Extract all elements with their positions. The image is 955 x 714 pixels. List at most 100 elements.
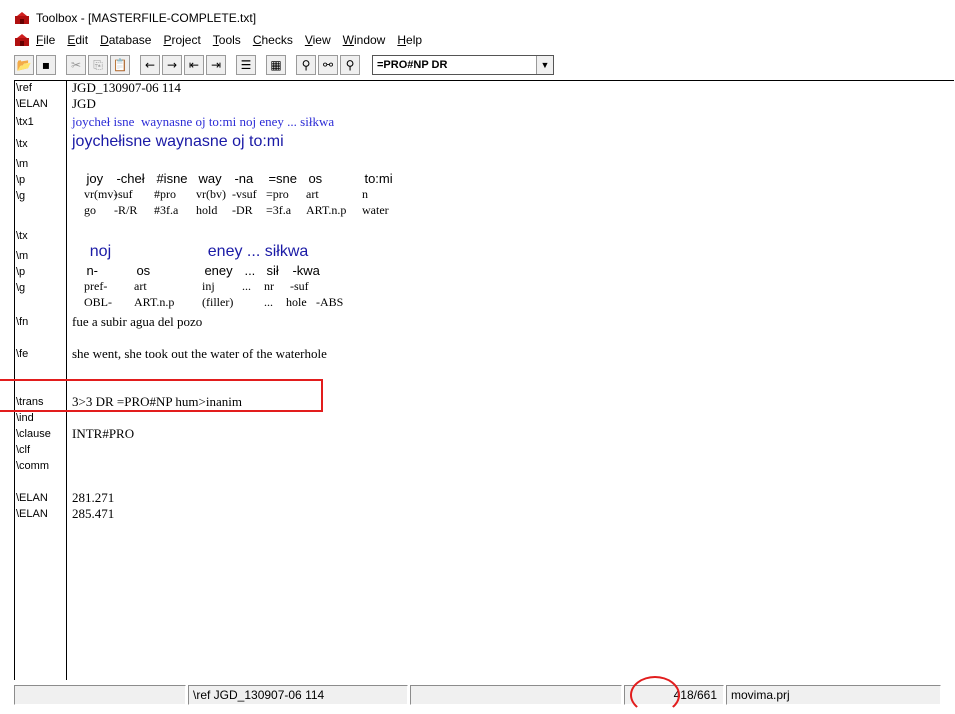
field-clause[interactable]: \clause INTR#PRO: [14, 426, 134, 442]
field-clf[interactable]: \clf: [14, 442, 30, 458]
marker-label: \tx: [16, 138, 28, 150]
filter-dropdown-value: =PRO#NP DR: [377, 59, 448, 71]
menu-project[interactable]: Project: [163, 33, 200, 47]
gloss-cell: #3f.a: [154, 203, 179, 217]
chevron-down-icon[interactable]: ▼: [536, 56, 553, 74]
field-value[interactable]: INTR#PRO: [72, 426, 134, 442]
field-m[interactable]: \m n-os eney... sił -kwa: [14, 248, 320, 278]
cut-icon[interactable]: ✂: [66, 55, 86, 75]
field-fn[interactable]: \fn fue a subir agua del pozo: [14, 314, 202, 330]
field-comm[interactable]: \comm: [14, 458, 49, 474]
field-tx1[interactable]: \tx1 joycheł isne waynasne oj to:mi noj …: [14, 114, 334, 130]
field-ind[interactable]: \ind: [14, 410, 34, 426]
field-g[interactable]: \g go -R/R #3f.a hold -DR =3f.a ART.n.p water: [14, 188, 389, 217]
gloss-cell: -DR: [232, 203, 253, 217]
gloss-cell: =3f.a: [266, 203, 292, 217]
open-icon[interactable]: 📂: [14, 55, 34, 75]
marker-label: \comm: [16, 460, 49, 472]
field-elan[interactable]: \ELAN 281.271: [14, 490, 114, 506]
field-value[interactable]: 281.271: [72, 490, 114, 506]
marker-label: \clause: [16, 428, 51, 440]
trans-highlight-box: [0, 379, 323, 412]
gloss-cell: to:mi: [364, 171, 393, 186]
field-value[interactable]: fue a subir agua del pozo: [72, 314, 202, 330]
left-arrow-icon[interactable]: ←: [140, 55, 160, 75]
menu-window[interactable]: Window: [343, 33, 386, 47]
first-record-icon[interactable]: ⇤: [184, 55, 204, 75]
toolbox-app-icon: [15, 12, 29, 24]
marker-label: \clf: [16, 444, 31, 456]
marker-label: \fe: [16, 348, 29, 360]
gloss-cell: OBL-: [84, 295, 112, 309]
gloss-cell: (filler): [202, 295, 234, 309]
marker-label: \ind: [16, 412, 34, 424]
gloss-cell: -ABS: [316, 295, 344, 309]
browse-icon[interactable]: ▦: [266, 55, 286, 75]
marker-label: \m: [16, 158, 29, 170]
field-ref[interactable]: \ref JGD_130907-06 114: [14, 80, 181, 96]
field-value[interactable]: JGD_130907-06 114: [72, 80, 181, 96]
menu-bar: File Edit Database Project Tools Checks …: [14, 30, 955, 50]
title-bar: Toolbox - [MASTERFILE-COMPLETE.txt]: [14, 8, 955, 28]
field-value[interactable]: JGD: [72, 96, 96, 112]
menu-database[interactable]: Database: [100, 33, 151, 47]
window-title: Toolbox - [MASTERFILE-COMPLETE.txt]: [36, 11, 257, 25]
menu-tools[interactable]: Tools: [213, 33, 241, 47]
marker-label: \ELAN: [16, 492, 48, 504]
field-value[interactable]: joycheł isne waynasne oj to:mi noj eney …: [72, 114, 334, 130]
marker-label: \tx: [16, 230, 28, 242]
menu-view[interactable]: View: [305, 33, 331, 47]
marker-label: \g: [16, 190, 26, 202]
field-m[interactable]: \m joy -cheł #isne way -na =sne os to:mi: [14, 156, 393, 186]
field-p[interactable]: \p vr(mv)-suf #pro vr(bv) -vsuf =pro art n: [14, 172, 368, 201]
field-fe[interactable]: \fe she went, she took out the water of …: [14, 346, 327, 362]
marker-label: \ELAN: [16, 98, 48, 110]
find-icon[interactable]: ⚯: [318, 55, 338, 75]
gloss-cell: ART.n.p: [134, 295, 175, 309]
right-arrow-icon[interactable]: →: [162, 55, 182, 75]
filter-icon[interactable]: ☰: [236, 55, 256, 75]
field-p[interactable]: \p pref-art inj... nr -suf: [14, 264, 309, 293]
field-value[interactable]: joychełisne waynasne oj to:mi: [72, 133, 284, 151]
marker-label: \fn: [16, 316, 29, 328]
menu-edit[interactable]: Edit: [67, 33, 88, 47]
marker-label: \ELAN: [16, 508, 48, 520]
last-record-icon[interactable]: ⇥: [206, 55, 226, 75]
gloss-cell: hole: [286, 295, 307, 309]
field-value[interactable]: she went, she took out the water of the …: [72, 346, 327, 362]
marker-label: \g: [16, 282, 26, 294]
copy-icon[interactable]: ⎘: [88, 55, 108, 75]
field-tx[interactable]: \tx noj eney ... siłkwa: [14, 228, 308, 260]
menu-help[interactable]: Help: [397, 33, 422, 47]
marker-label: \m: [16, 250, 29, 262]
toolbar: 📂 ▪ ✂ ⎘ 📋 ← → ⇤ ⇥ ☰ ▦ ⚲ ⚯ ⚲ =PRO#NP DR ▼: [14, 52, 955, 78]
search-icon[interactable]: ⚲: [296, 55, 316, 75]
gloss-cell: go: [84, 203, 96, 217]
menu-checks[interactable]: Checks: [253, 33, 293, 47]
field-tx[interactable]: \tx joychełisne waynasne oj to:mi: [14, 133, 284, 152]
gloss-cell: hold: [196, 203, 218, 217]
gloss-cell: -R/R: [114, 203, 138, 217]
status-project: movima.prj: [726, 685, 941, 705]
marker-label: \ref: [16, 82, 32, 94]
gloss-cell: water: [362, 203, 389, 217]
field-g[interactable]: \g OBL- ART.n.p (filler)... hole -ABS: [14, 280, 343, 309]
field-elan[interactable]: \ELAN 285.471: [14, 506, 114, 522]
position-highlight-circle: [630, 676, 680, 714]
status-pane-empty: [410, 685, 622, 705]
save-icon[interactable]: ▪: [36, 55, 56, 75]
gloss-cell: ...: [264, 295, 273, 309]
document-icon[interactable]: [14, 33, 30, 47]
status-bar: \ref JGD_130907-06 114 418/661 movima.pr…: [14, 684, 955, 706]
marker-label: \tx1: [16, 116, 34, 128]
paste-icon[interactable]: 📋: [110, 55, 130, 75]
field-value[interactable]: 285.471: [72, 506, 114, 522]
find-next-icon[interactable]: ⚲: [340, 55, 360, 75]
gloss-cell: ART.n.p: [306, 203, 347, 217]
marker-label: \p: [16, 174, 26, 186]
filter-dropdown[interactable]: =PRO#NP DR ▼: [372, 55, 554, 75]
menu-file[interactable]: File: [36, 33, 55, 47]
field-elan[interactable]: \ELAN JGD: [14, 96, 96, 112]
status-ref: \ref JGD_130907-06 114: [188, 685, 408, 705]
marker-label: \p: [16, 266, 26, 278]
